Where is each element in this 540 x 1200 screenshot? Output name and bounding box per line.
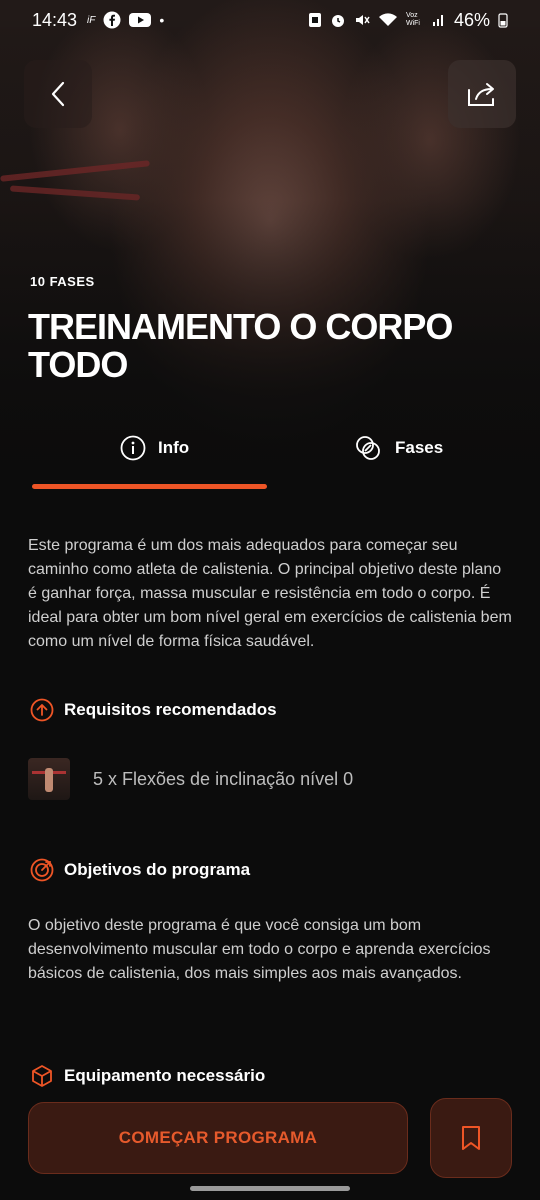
start-program-label: COMEÇAR PROGRAMA <box>118 1128 318 1147</box>
exercise-thumbnail <box>28 758 70 800</box>
phases-icon <box>356 436 380 460</box>
back-button[interactable] <box>24 60 92 128</box>
mute-icon <box>355 15 370 25</box>
requirement-item[interactable]: 5 x Flexões de inclinação nível 0 <box>28 758 353 800</box>
phases-count: 10 FASES <box>30 274 95 289</box>
equipment-heading-label: Equipamento necessário <box>64 1066 266 1085</box>
chevron-left-icon <box>51 81 65 107</box>
tab-phases-label: Fases <box>395 438 444 457</box>
bookmark-button[interactable] <box>430 1098 512 1178</box>
program-description: Este programa é um dos mais adequados pa… <box>28 537 512 650</box>
share-icon <box>468 83 494 106</box>
ifood-icon: iF <box>87 14 96 26</box>
objectives-heading-label: Objetivos do programa <box>64 860 251 879</box>
status-left-icons: iF • <box>87 11 164 29</box>
status-bar: 14:43 iF • Voz WiFi 46% <box>0 0 540 40</box>
objectives-heading: Objetivos do programa <box>30 858 250 882</box>
box-icon <box>32 1065 52 1087</box>
wifi-icon <box>378 13 397 26</box>
requirement-label: 5 x Flexões de inclinação nível 0 <box>93 768 354 789</box>
dot-icon: • <box>159 12 165 28</box>
signal-icon <box>432 15 443 26</box>
arrow-up-circle-icon <box>30 698 54 722</box>
thumbnail-figure <box>45 768 53 792</box>
battery-icon <box>498 13 508 28</box>
requirements-heading: Requisitos recomendados <box>30 698 277 722</box>
info-icon <box>120 435 146 461</box>
tab-info[interactable]: Info <box>120 430 189 466</box>
youtube-icon <box>129 13 152 27</box>
objectives-text: O objetivo deste programa é que você con… <box>28 917 491 982</box>
volte-label: Voz WiFi <box>405 12 420 27</box>
share-button[interactable] <box>448 60 516 128</box>
start-program-button[interactable]: COMEÇAR PROGRAMA <box>28 1102 408 1174</box>
tab-active-indicator <box>32 484 267 489</box>
battery-percent: 46% <box>453 9 490 30</box>
bookmark-icon <box>462 1126 480 1150</box>
nfc-icon <box>308 13 321 27</box>
status-right-icons: Voz WiFi 46% <box>308 10 508 31</box>
tab-bar: Info Fases <box>0 430 540 494</box>
equipment-heading: Equipamento necessário <box>30 1064 265 1088</box>
program-title: TREINAMENTO O CORPO TODO <box>28 306 453 385</box>
tab-info-label: Info <box>158 438 190 457</box>
alarm-icon <box>331 15 344 27</box>
tab-phases[interactable]: Fases <box>355 430 443 466</box>
target-icon <box>30 858 54 882</box>
requirements-heading-label: Requisitos recomendados <box>64 700 277 719</box>
home-indicator[interactable] <box>190 1186 350 1191</box>
status-time: 14:43 <box>32 9 78 30</box>
facebook-icon <box>103 11 121 29</box>
